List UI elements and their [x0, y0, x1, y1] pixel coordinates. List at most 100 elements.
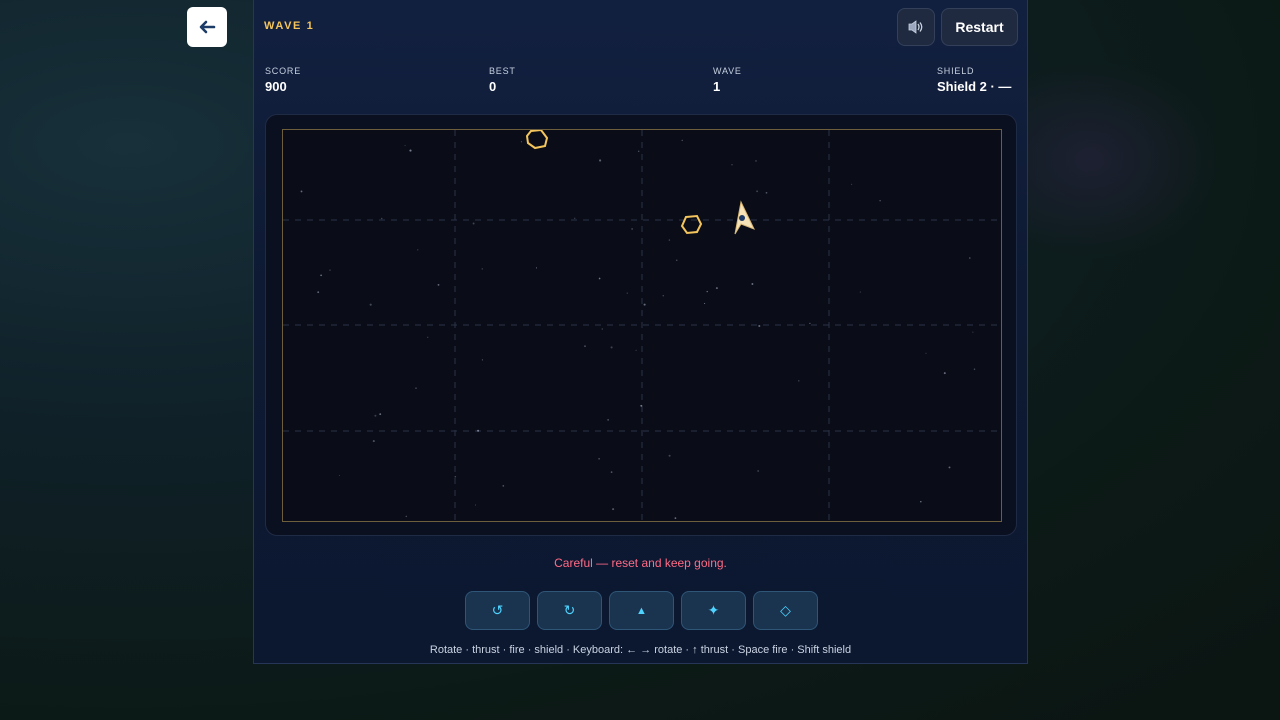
- star-field: [300, 139, 976, 519]
- stat-wave-label: WAVE: [713, 66, 742, 76]
- rotate-right-button[interactable]: ↻: [537, 591, 602, 630]
- star: [415, 387, 417, 389]
- star: [706, 290, 708, 293]
- star: [300, 190, 303, 193]
- star: [879, 199, 881, 202]
- star: [859, 291, 861, 293]
- restart-button[interactable]: Restart: [941, 8, 1018, 46]
- play-area[interactable]: [282, 129, 1003, 523]
- star: [573, 217, 576, 220]
- star: [598, 277, 601, 280]
- star: [610, 346, 613, 349]
- star: [417, 249, 419, 251]
- stat-wave-value: 1: [713, 79, 721, 94]
- help-text: Rotate · thrust · fire · shield · Keyboa…: [429, 644, 852, 656]
- stat-best-label: BEST: [489, 66, 516, 76]
- star: [405, 515, 408, 518]
- star: [317, 291, 320, 294]
- star: [475, 504, 476, 506]
- star: [798, 380, 800, 382]
- star: [635, 349, 637, 351]
- asteroid: [525, 130, 549, 150]
- star: [638, 150, 640, 152]
- star: [481, 359, 483, 361]
- stat-score-value: 900: [265, 79, 287, 94]
- player-ship: [734, 200, 755, 235]
- game-panel: WAVE 1 Restart SCORE 900 BEST 0 WAVE 1 S…: [253, 0, 1028, 664]
- star: [943, 372, 946, 375]
- play-field[interactable]: [283, 130, 1003, 523]
- rotate-left-button[interactable]: ↺: [465, 591, 530, 630]
- star: [920, 500, 922, 503]
- star: [409, 149, 412, 152]
- triangle-up-icon: ▲: [636, 604, 647, 617]
- rotate-cw-icon: ↻: [563, 602, 576, 618]
- star: [631, 228, 633, 230]
- star: [320, 274, 322, 277]
- thrust-button[interactable]: ▲: [609, 591, 674, 630]
- back-button[interactable]: [187, 7, 227, 47]
- star: [969, 257, 971, 259]
- star: [535, 267, 538, 269]
- star: [756, 190, 759, 193]
- star: [851, 183, 853, 185]
- star: [601, 328, 603, 330]
- stat-shield: SHIELD Shield 2 · —: [937, 66, 1011, 94]
- star: [948, 466, 951, 469]
- status-message: Careful — reset and keep going.: [554, 556, 727, 570]
- star: [599, 159, 602, 162]
- star: [520, 141, 522, 143]
- star: [668, 454, 671, 457]
- stat-shield-label: SHIELD: [937, 66, 975, 76]
- grid-lines: [283, 130, 1003, 523]
- star: [477, 429, 480, 432]
- star: [973, 368, 976, 370]
- star: [338, 474, 340, 477]
- star: [481, 268, 483, 270]
- star: [380, 217, 383, 220]
- star: [755, 160, 757, 162]
- star: [731, 164, 733, 166]
- sound-button[interactable]: [897, 8, 935, 46]
- star: [751, 283, 754, 285]
- star: [372, 440, 375, 443]
- star: [584, 345, 586, 348]
- asteroid: [680, 214, 703, 235]
- star: [972, 331, 974, 333]
- star: [704, 302, 706, 305]
- star: [454, 475, 457, 478]
- stat-score: SCORE 900: [265, 66, 301, 94]
- rotate-ccw-icon: ↺: [491, 602, 504, 618]
- control-bar: ↺ ↻ ▲ ✦ ◇: [465, 591, 818, 630]
- star: [598, 458, 600, 460]
- star: [369, 303, 372, 306]
- stat-score-label: SCORE: [265, 66, 302, 76]
- star: [626, 292, 628, 294]
- stat-best-value: 0: [489, 79, 497, 94]
- speaker-muted-icon: [908, 20, 923, 34]
- fire-button[interactable]: ✦: [681, 591, 746, 630]
- star: [765, 191, 768, 194]
- star: [668, 239, 671, 241]
- star: [502, 485, 505, 487]
- star: [607, 419, 609, 421]
- star: [757, 470, 759, 472]
- star: [374, 414, 377, 417]
- star: [643, 303, 646, 306]
- star: [472, 222, 475, 225]
- star: [379, 413, 382, 415]
- star: [612, 508, 615, 511]
- star: [676, 259, 678, 261]
- sparkle-icon: ✦: [707, 602, 720, 618]
- star: [404, 145, 406, 147]
- star: [715, 287, 718, 290]
- star: [610, 471, 613, 473]
- shield-button[interactable]: ◇: [753, 591, 818, 630]
- star: [681, 139, 683, 142]
- star: [662, 295, 664, 297]
- wave-title: WAVE 1: [264, 20, 315, 32]
- game-board: [265, 114, 1017, 536]
- star: [674, 517, 677, 519]
- stat-best: BEST 0: [489, 66, 516, 94]
- arrow-left-icon: [199, 20, 216, 34]
